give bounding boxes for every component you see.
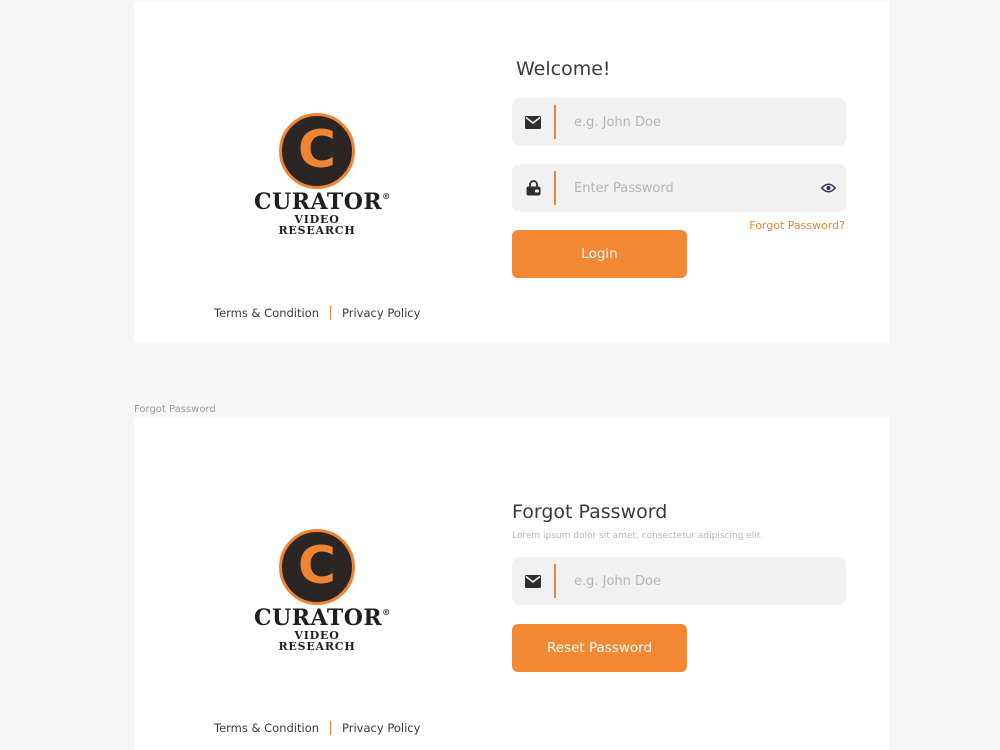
- terms-link[interactable]: Terms & Condition: [214, 721, 319, 735]
- email-input[interactable]: [574, 573, 846, 589]
- field-divider: [554, 171, 556, 205]
- login-button[interactable]: Login: [512, 230, 687, 278]
- envelope-icon: [512, 115, 554, 129]
- page-title: Welcome!: [516, 58, 611, 80]
- brand-logo: C CURATOR® VIDEO RESEARCH: [254, 113, 391, 237]
- privacy-link[interactable]: Privacy Policy: [342, 306, 420, 320]
- logo-emblem: C: [279, 529, 355, 605]
- footer-divider: [330, 306, 332, 320]
- logo-tagline: VIDEO RESEARCH: [278, 629, 356, 653]
- field-divider: [554, 105, 556, 139]
- forgot-password-link[interactable]: Forgot Password?: [749, 219, 845, 232]
- logo-wordmark: CURATOR®: [254, 189, 391, 215]
- lock-icon: [512, 180, 554, 196]
- frame-label: Forgot Password: [134, 404, 216, 415]
- email-field[interactable]: [512, 98, 846, 146]
- logo-emblem: C: [279, 113, 355, 189]
- footer-links: Terms & Condition Privacy Policy: [214, 306, 420, 320]
- page-subtitle: Lorem ipsum dolor sit amet, consectetur …: [512, 531, 764, 541]
- page-title: Forgot Password: [512, 501, 668, 523]
- envelope-icon: [512, 574, 554, 588]
- logo-tagline: VIDEO RESEARCH: [278, 213, 356, 237]
- privacy-link[interactable]: Privacy Policy: [342, 721, 420, 735]
- eye-icon[interactable]: [810, 183, 846, 193]
- field-divider: [554, 564, 556, 598]
- password-input[interactable]: [574, 180, 810, 196]
- email-input[interactable]: [574, 114, 846, 130]
- footer-links: Terms & Condition Privacy Policy: [214, 721, 420, 735]
- forgot-password-card: C CURATOR® VIDEO RESEARCH Terms & Condit…: [134, 418, 889, 750]
- footer-divider: [330, 721, 332, 735]
- logo-wordmark: CURATOR®: [254, 605, 391, 631]
- email-field[interactable]: [512, 557, 846, 605]
- brand-logo: C CURATOR® VIDEO RESEARCH: [254, 529, 391, 653]
- reset-password-button[interactable]: Reset Password: [512, 624, 687, 672]
- password-field[interactable]: [512, 164, 846, 212]
- terms-link[interactable]: Terms & Condition: [214, 306, 319, 320]
- login-card: C CURATOR® VIDEO RESEARCH Terms & Condit…: [134, 2, 889, 342]
